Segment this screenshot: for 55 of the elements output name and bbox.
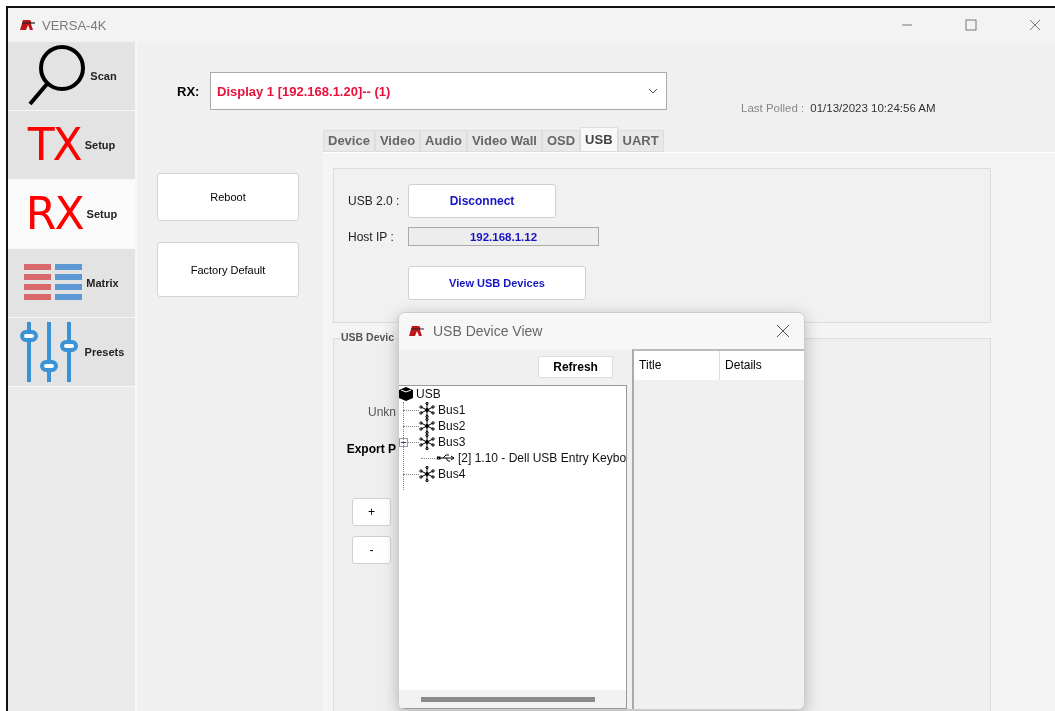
- sidebar-item[interactable]: Matrix: [8, 249, 135, 318]
- app-logo-icon: [409, 326, 425, 336]
- usb-label: USB 2.0 :: [348, 194, 401, 208]
- tab[interactable]: Audio: [420, 130, 467, 152]
- scrollbar-thumb[interactable]: [421, 697, 595, 702]
- step-button[interactable]: +: [352, 498, 391, 526]
- maximize-icon[interactable]: [965, 19, 977, 31]
- sidebar-item[interactable]: Scan: [8, 42, 135, 111]
- refresh-button[interactable]: Refresh: [538, 356, 614, 378]
- host-ip-label: Host IP :: [348, 229, 395, 244]
- usb-plug-icon: [437, 453, 455, 463]
- group-title: USB Devic: [340, 331, 396, 343]
- search-icon: [26, 44, 87, 108]
- tab[interactable]: OSD: [541, 130, 581, 152]
- column-header[interactable]: Title: [634, 351, 721, 380]
- logo-glyph: TX: [27, 123, 81, 167]
- hub-icon: [419, 418, 435, 434]
- tree-item[interactable]: Bus2: [438, 419, 466, 433]
- hub-icon: [419, 466, 435, 482]
- matrix-icon: [24, 264, 83, 302]
- host-ip-field: 192.168.1.12: [408, 227, 599, 246]
- logo-glyph: RX: [25, 192, 83, 236]
- column-header[interactable]: Details: [720, 351, 804, 380]
- tree-item[interactable]: [2] 1.10 - Dell USB Entry Keybo: [458, 451, 627, 465]
- action-button[interactable]: Reboot: [157, 173, 299, 221]
- rx-dropdown[interactable]: Display 1 [192.168.1.20]-- (1): [210, 72, 667, 110]
- tree-item[interactable]: Bus4: [438, 467, 466, 481]
- status-text: Unkn: [368, 405, 396, 419]
- disconnect-button[interactable]: Disconnect: [408, 184, 556, 218]
- chevron-icon: [648, 88, 658, 94]
- last-polled-label: Last Polled :: [741, 102, 805, 114]
- close-icon[interactable]: [776, 324, 790, 338]
- tab[interactable]: Device: [323, 130, 375, 152]
- step-button[interactable]: -: [352, 536, 391, 564]
- app-logo-icon: [20, 20, 36, 30]
- tab[interactable]: Video: [374, 130, 421, 152]
- close-icon[interactable]: [1029, 19, 1041, 31]
- collapse-icon[interactable]: [399, 438, 408, 447]
- dialog-title: USB Device View: [433, 323, 543, 339]
- view-usb-devices-button[interactable]: View USB Devices: [408, 266, 586, 300]
- tree-item[interactable]: USB: [416, 387, 441, 401]
- tab[interactable]: UART: [617, 130, 664, 152]
- tab[interactable]: USB: [580, 127, 618, 152]
- tree-item[interactable]: Bus1: [438, 403, 466, 417]
- tab[interactable]: Video Wall: [466, 130, 542, 152]
- action-button[interactable]: Factory Default: [157, 242, 299, 297]
- tree-item[interactable]: Bus3: [438, 435, 466, 449]
- sidebar-item[interactable]: Presets: [8, 318, 135, 387]
- hub-icon: [419, 402, 435, 418]
- window-title: VERSA-4K: [42, 17, 107, 33]
- export-label: Export P: [346, 442, 396, 456]
- rx-label: RX:: [177, 83, 201, 99]
- last-polled-value: 01/13/2023 10:24:56 AM: [810, 102, 936, 114]
- hub-icon: [419, 434, 435, 450]
- sliders-icon: [18, 322, 81, 382]
